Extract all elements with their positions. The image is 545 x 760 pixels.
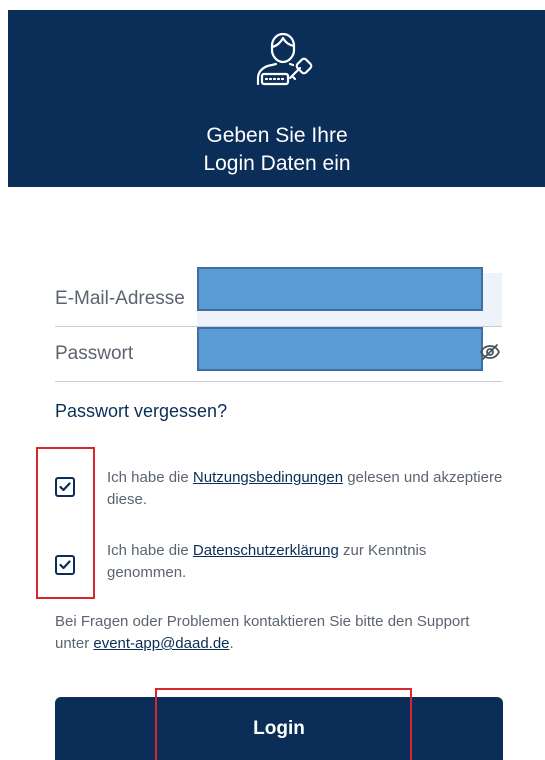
email-label: E-Mail-Adresse [55,288,185,309]
terms-text: Ich habe die Nutzungsbedingungen gelesen… [107,467,507,511]
checkbox-annotation-box [36,447,95,599]
title-line-2: Login Daten ein [203,152,351,175]
eye-slash-icon[interactable] [479,343,501,361]
terms-prefix: Ich habe die [107,469,193,486]
terms-link[interactable]: Nutzungsbedingungen [193,469,343,486]
privacy-link[interactable]: Datenschutzerklärung [193,542,339,559]
user-key-icon [256,32,313,86]
email-redaction [197,267,483,311]
page-title: Geben Sie Ihre Login Daten ein [8,122,545,178]
privacy-text: Ich habe die Datenschutzerklärung zur Ke… [107,540,507,584]
privacy-prefix: Ich habe die [107,542,193,559]
password-label: Passwort [55,343,134,364]
support-end: . [229,635,234,652]
password-redaction [197,327,483,371]
forgot-password-link[interactable]: Passwort vergessen? [55,401,227,422]
support-text: Bei Fragen oder Problemen kontaktieren S… [55,611,495,655]
support-email-link[interactable]: event-app@daad.de [93,635,229,652]
title-line-1: Geben Sie Ihre [206,124,348,147]
login-annotation-box [155,688,412,760]
login-header: Geben Sie Ihre Login Daten ein [8,10,545,187]
